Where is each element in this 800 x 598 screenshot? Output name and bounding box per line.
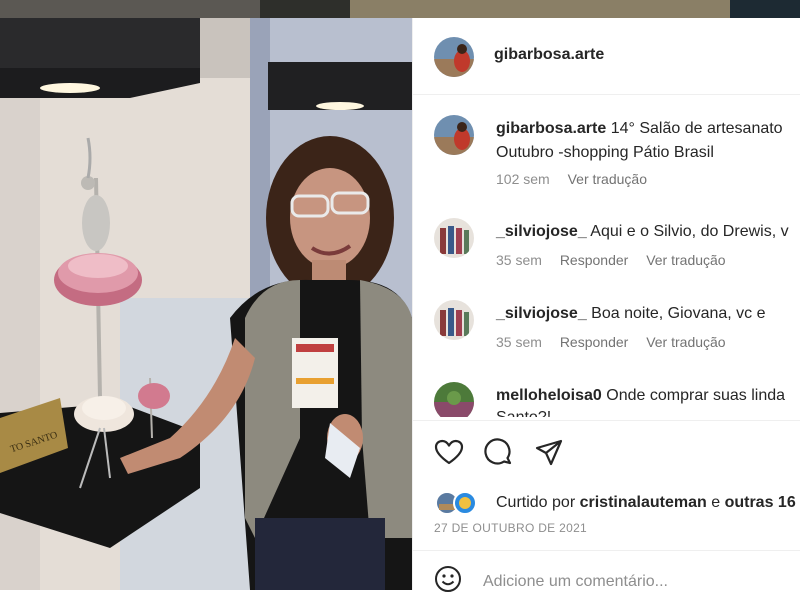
caption-avatar[interactable] <box>434 115 474 155</box>
add-comment-input[interactable]: Adicione um comentário... <box>483 573 668 591</box>
liker-avatars[interactable] <box>435 491 481 515</box>
comment-body-continued: Santo?! <box>496 406 551 417</box>
translate-link[interactable]: Ver tradução <box>646 252 725 268</box>
post-details-panel: gibarbosa.arte gibarbosa.arte 14° Salão … <box>412 18 800 593</box>
caption-translate-link[interactable]: Ver tradução <box>568 171 647 187</box>
likes-connector: e <box>711 494 721 511</box>
translate-link[interactable]: Ver tradução <box>646 334 725 350</box>
caption-age: 102 sem <box>496 171 550 187</box>
caption-line-1: 14° Salão de artesanato <box>610 120 783 137</box>
liker-username[interactable]: cristinalauteman <box>580 494 707 511</box>
caption-username[interactable]: gibarbosa.arte <box>496 120 606 137</box>
share-icon[interactable] <box>534 438 564 468</box>
add-comment-bar: Adicione um comentário... <box>413 550 800 593</box>
comment-username[interactable]: _silviojose_ <box>496 223 587 240</box>
caption-line-2: Outubro -shopping Pátio Brasil <box>496 144 714 161</box>
comment-username[interactable]: _silviojose_ <box>496 305 587 322</box>
comment-text: _silviojose_ Boa noite, Giovana, vc e <box>496 302 766 326</box>
post-date[interactable]: 27 DE OUTUBRO DE 2021 <box>434 521 587 535</box>
comment-age: 35 sem <box>496 334 542 350</box>
likes-prefix: Curtido por <box>496 494 576 511</box>
reply-button[interactable]: Responder <box>560 334 629 350</box>
caption-text: gibarbosa.arte 14° Salão de artesanato <box>496 117 783 141</box>
author-username[interactable]: gibarbosa.arte <box>494 46 604 64</box>
post-header: gibarbosa.arte <box>413 18 800 95</box>
comments-list[interactable]: gibarbosa.arte 14° Salão de artesanato O… <box>413 95 800 417</box>
comment-icon[interactable] <box>484 438 514 468</box>
likes-summary: Curtido por cristinalauteman e outras 16 <box>496 494 796 512</box>
comment-text: _silviojose_ Aqui e o Silvio, do Drewis,… <box>496 220 789 244</box>
likes-others-link[interactable]: outras 16 <box>725 494 796 511</box>
heart-icon[interactable] <box>434 438 464 468</box>
comment-body: Boa noite, Giovana, vc e <box>591 305 766 322</box>
actions-divider <box>413 420 800 421</box>
comment-username[interactable]: melloheloisa0 <box>496 387 602 404</box>
author-avatar[interactable] <box>434 37 474 77</box>
commenter-avatar[interactable] <box>434 382 474 417</box>
comment-body: Aqui e o Silvio, do Drewis, v <box>590 223 789 240</box>
commenter-avatar[interactable] <box>434 300 474 340</box>
comment-text: melloheloisa0 Onde comprar suas linda <box>496 384 785 408</box>
comment-meta: 35 sem Responder Ver tradução <box>496 334 740 350</box>
emoji-icon[interactable] <box>434 565 462 593</box>
commenter-avatar[interactable] <box>434 218 474 258</box>
background-strip <box>0 0 800 18</box>
comment-age: 35 sem <box>496 252 542 268</box>
caption-meta: 102 sem Ver tradução <box>496 171 661 187</box>
post-image[interactable]: TO SANTO <box>0 18 412 590</box>
comment-body: Onde comprar suas linda <box>606 387 786 404</box>
comment-meta: 35 sem Responder Ver tradução <box>496 252 740 268</box>
reply-button[interactable]: Responder <box>560 252 629 268</box>
